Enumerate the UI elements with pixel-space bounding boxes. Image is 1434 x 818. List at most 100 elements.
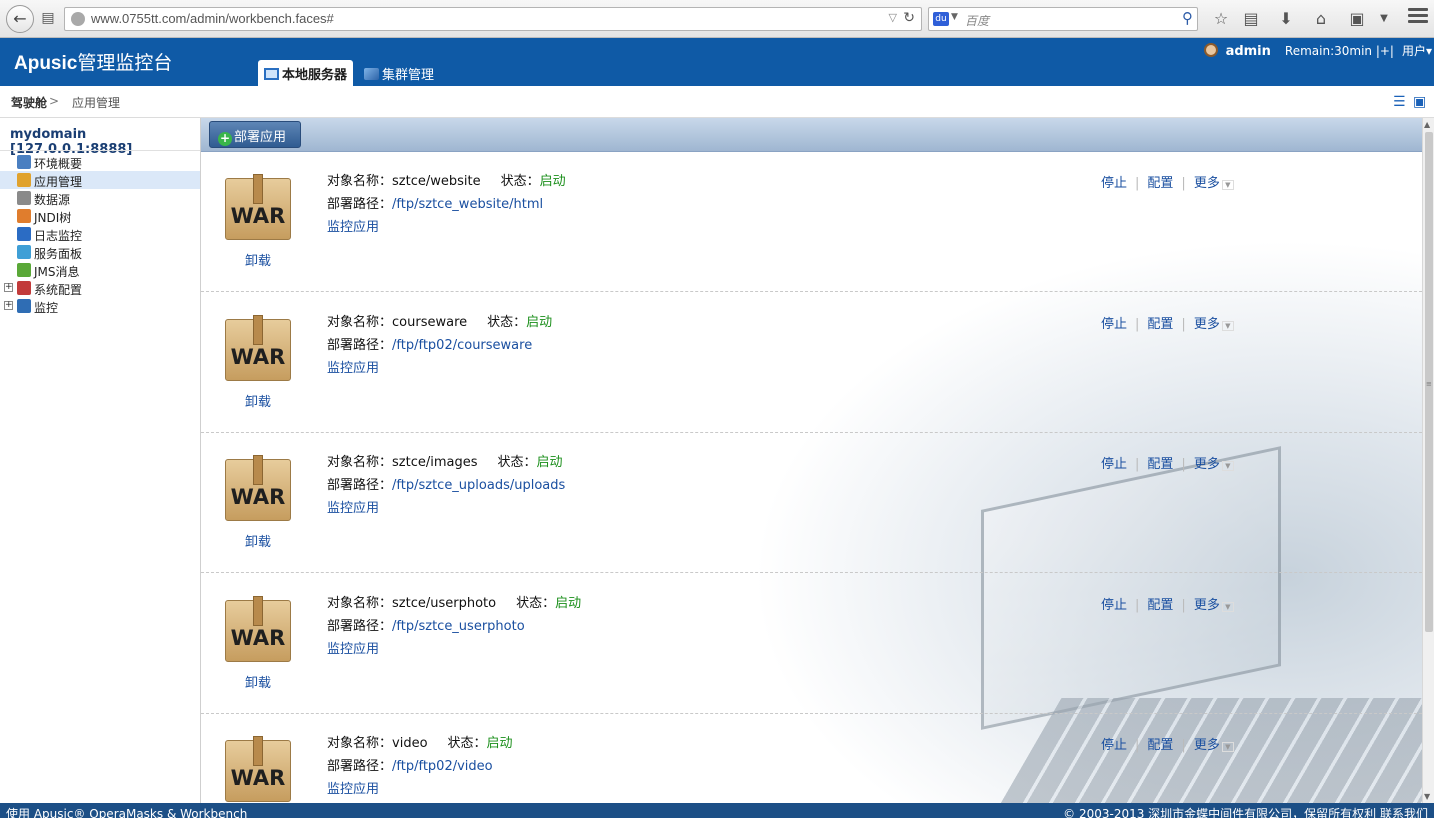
download-arrow-icon[interactable]: ⬇ [1275,8,1297,30]
home-icon[interactable]: ⌂ [1310,8,1332,30]
app-name-line: 对象名称：sztce/website 状态：启动 [327,170,566,189]
monitor-app-link[interactable]: 监控应用 [327,497,379,516]
add-circle-icon: + [218,131,232,146]
deploy-path-link[interactable]: /ftp/ftp02/video [392,759,493,774]
sidebar-item[interactable]: + 监控 [0,297,200,315]
chevron-down-icon[interactable]: ▼ [1221,320,1234,331]
path-label: 部署路径： [327,759,393,774]
sidebar-item[interactable]: 数据源 [0,189,200,207]
fullscreen-icon[interactable]: ▣ [1413,94,1426,110]
app-actions: 停止 | 配置 | 更多 ▼ [1101,453,1234,472]
config-button[interactable]: 配置 [1147,457,1173,472]
sidebar-item[interactable]: + 系统配置 [0,279,200,297]
session-remain[interactable]: Remain:30min |+| [1285,44,1394,58]
war-label: WAR [230,766,286,790]
search-input[interactable]: 百度 [965,12,989,29]
screenshot-crop-icon[interactable]: ▣ [1346,8,1368,30]
deploy-path-link[interactable]: /ftp/sztce_website/html [392,197,543,212]
more-button[interactable]: 更多 [1194,738,1220,753]
config-button[interactable]: 配置 [1147,738,1173,753]
deploy-path-link[interactable]: /ftp/sztce_userphoto [392,619,525,634]
stop-button[interactable]: 停止 [1101,457,1127,472]
sidebar-item[interactable]: 日志监控 [0,225,200,243]
tree-node-icon [17,209,31,223]
war-package-icon: WAR [225,595,291,662]
monitor-app-link[interactable]: 监控应用 [327,216,379,235]
tab-local-server[interactable]: 本地服务器 [258,60,354,86]
uninstall-link[interactable]: 卸载 [245,531,271,550]
chevron-down-icon[interactable]: ▼ [1221,742,1234,752]
users-menu[interactable]: 用户▾ [1402,44,1432,58]
divider [0,150,200,151]
status-badge: 启动 [526,314,553,330]
uninstall-link[interactable]: 卸载 [245,250,271,269]
config-button[interactable]: 配置 [1147,598,1173,613]
user-name[interactable]: admin [1226,44,1271,59]
war-package-icon: WAR [225,174,291,240]
scroll-grip-icon: ≡ [1426,380,1432,388]
app-name: video [392,736,428,751]
sidebar-item-label: JNDI树 [34,211,72,225]
search-magnifier-icon[interactable]: ⚲ [1182,9,1193,27]
list-item: WAR 卸载 对象名称：sztce/website 状态：启动 部署路径：/ftp/sz… [201,152,1422,292]
more-button[interactable]: 更多 [1194,317,1220,332]
expand-plus-icon[interactable]: + [4,283,13,292]
monitor-app-link[interactable]: 监控应用 [327,638,379,657]
list-view-icon[interactable]: ☰ [1393,94,1406,110]
sidebar-item[interactable]: JNDI树 [0,207,200,225]
app-name: sztce/images [392,455,478,470]
config-button[interactable]: 配置 [1147,176,1173,191]
user-area: admin Remain:30min |+| 用户▾ [1203,42,1434,59]
tree-node-icon [17,263,31,277]
uninstall-link[interactable]: 卸载 [245,391,271,410]
bookmarks-list-icon[interactable]: ▤ [1240,8,1262,30]
tab-cluster-management[interactable]: 集群管理 [358,60,440,86]
back-arrow-icon[interactable]: ← [6,5,34,33]
scroll-up-arrow-icon[interactable]: ▲ [1424,120,1430,129]
chevron-down-icon[interactable]: ▼ [1221,601,1234,612]
monitor-app-link[interactable]: 监控应用 [327,357,379,376]
deploy-path-link[interactable]: /ftp/ftp02/courseware [392,338,532,353]
more-button[interactable]: 更多 [1194,176,1220,191]
stop-button[interactable]: 停止 [1101,598,1127,613]
sidebar-item[interactable]: 应用管理 [0,171,200,189]
sidebar-item[interactable]: 环境概要 [0,153,200,171]
url-text[interactable]: www.0755tt.com/admin/workbench.faces# [91,11,334,26]
config-button[interactable]: 配置 [1147,317,1173,332]
stop-button[interactable]: 停止 [1101,738,1127,753]
search-engine-dropdown-icon[interactable]: ▼ [951,12,958,22]
history-dropdown-icon[interactable]: ▽ [889,11,897,24]
deploy-path-link[interactable]: /ftp/sztce_uploads/uploads [392,478,565,493]
scroll-down-arrow-icon[interactable]: ▼ [1424,792,1430,801]
tab-label: 集群管理 [382,68,435,83]
baidu-paw-icon[interactable]: du [933,12,949,26]
more-button[interactable]: 更多 [1194,457,1220,472]
sidebar-item[interactable]: 服务面板 [0,243,200,261]
war-label: WAR [230,204,286,228]
sidebar-item[interactable]: JMS消息 [0,261,200,279]
stop-button[interactable]: 停止 [1101,317,1127,332]
address-bar[interactable]: www.0755tt.com/admin/workbench.faces# ▽ … [64,7,922,31]
search-box[interactable]: du ▼ 百度 ⚲ [928,7,1198,31]
action-separator: | [1135,738,1140,753]
tab-label: 本地服务器 [282,68,348,83]
sidebar: mydomain [127.0.0.1:8888] 环境概要 应用管理 数据源 JND… [0,118,201,803]
scrollbar[interactable]: ▲ ≡ ▼ [1422,118,1434,803]
sidebar-item-label: 环境概要 [34,157,83,171]
addon-dropdown-icon[interactable]: ▼ [1373,8,1395,30]
uninstall-link[interactable]: 卸载 [245,672,271,691]
footer-copyright[interactable]: © 2003-2013 深圳市金蝶中间件有限公司，保留所有权利 联系我们 [1063,805,1428,818]
stop-button[interactable]: 停止 [1101,176,1127,191]
chevron-down-icon[interactable]: ▼ [1221,461,1234,471]
reload-icon[interactable]: ↻ [903,10,915,26]
deploy-app-button[interactable]: + 部署应用 [209,121,301,148]
monitor-app-link[interactable]: 监控应用 [327,778,379,797]
more-button[interactable]: 更多 [1194,598,1220,613]
tab-list-icon[interactable]: ▤ [38,9,58,27]
hamburger-menu-icon[interactable] [1408,8,1428,30]
expand-plus-icon[interactable]: + [4,301,13,310]
chevron-down-icon[interactable]: ▼ [1221,180,1234,190]
war-package-icon: WAR [225,736,291,802]
bookmark-star-icon[interactable]: ☆ [1210,8,1232,30]
breadcrumb-root[interactable]: 驾驶舱 [11,94,47,111]
